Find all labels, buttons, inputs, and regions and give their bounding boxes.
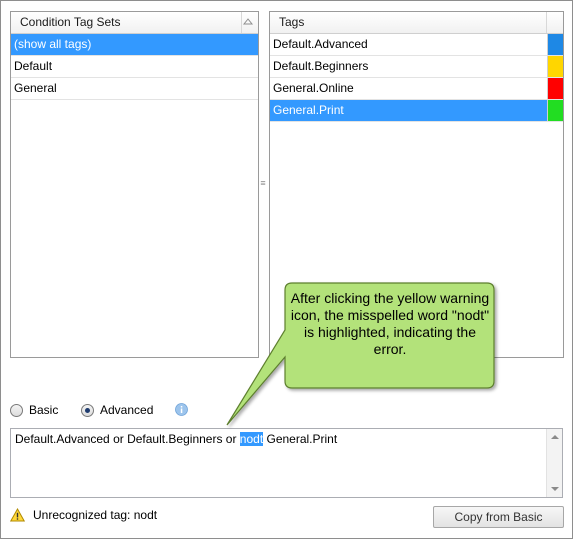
callout-text: After clicking the yellow warning icon, … [290,290,490,357]
callout-shape [226,282,495,426]
